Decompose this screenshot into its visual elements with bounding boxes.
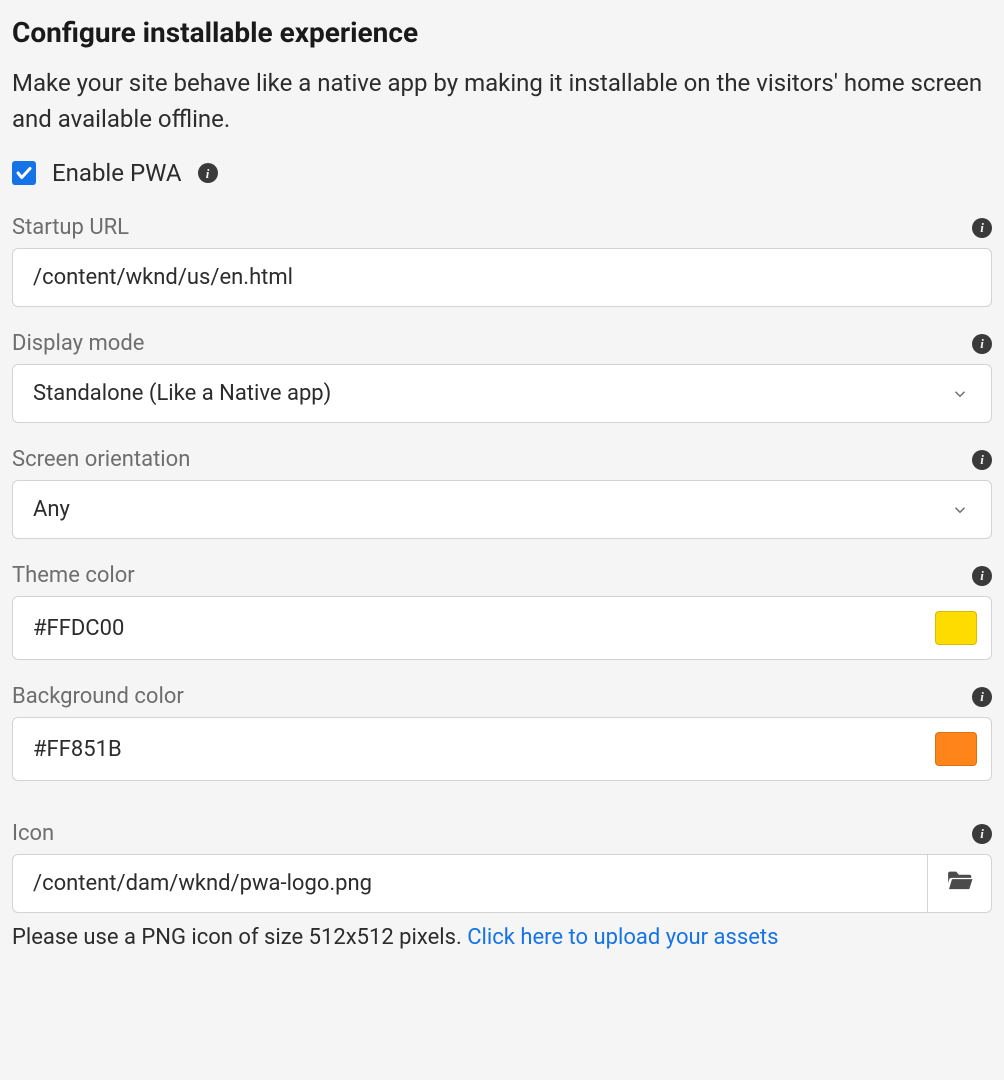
section-description: Make your site behave like a native app … — [12, 65, 992, 137]
startup-url-input[interactable]: /content/wknd/us/en.html — [12, 248, 992, 307]
info-icon[interactable]: i — [972, 450, 992, 470]
info-icon[interactable]: i — [198, 163, 218, 183]
icon-path-value: /content/dam/wknd/pwa-logo.png — [13, 855, 927, 912]
startup-url-value: /content/wknd/us/en.html — [33, 265, 293, 290]
info-icon[interactable]: i — [972, 824, 992, 844]
display-mode-field: Display mode i Standalone (Like a Native… — [12, 331, 992, 423]
upload-assets-link[interactable]: Click here to upload your assets — [467, 925, 778, 950]
startup-url-label: Startup URL — [12, 215, 129, 240]
chevron-down-icon — [949, 499, 971, 521]
enable-pwa-row: Enable PWA i — [12, 159, 992, 187]
enable-pwa-checkbox[interactable] — [12, 161, 36, 185]
icon-field: Icon i /content/dam/wknd/pwa-logo.png Pl… — [12, 821, 992, 950]
info-icon[interactable]: i — [972, 566, 992, 586]
theme-color-field: Theme color i #FFDC00 — [12, 563, 992, 660]
enable-pwa-label: Enable PWA — [52, 159, 182, 187]
info-icon[interactable]: i — [972, 687, 992, 707]
screen-orientation-select[interactable]: Any — [12, 480, 992, 539]
icon-path-input[interactable]: /content/dam/wknd/pwa-logo.png — [12, 854, 992, 913]
background-color-field: Background color i #FF851B — [12, 684, 992, 781]
screen-orientation-field: Screen orientation i Any — [12, 447, 992, 539]
icon-hint: Please use a PNG icon of size 512x512 pi… — [12, 925, 992, 950]
info-icon[interactable]: i — [972, 334, 992, 354]
theme-color-swatch[interactable] — [935, 611, 977, 645]
theme-color-label: Theme color — [12, 563, 135, 588]
screen-orientation-value: Any — [33, 497, 949, 522]
display-mode-value: Standalone (Like a Native app) — [33, 381, 949, 406]
info-icon[interactable]: i — [972, 218, 992, 238]
display-mode-label: Display mode — [12, 331, 144, 356]
section-title: Configure installable experience — [12, 16, 992, 49]
icon-label: Icon — [12, 821, 54, 846]
theme-color-value: #FFDC00 — [33, 616, 935, 641]
startup-url-field: Startup URL i /content/wknd/us/en.html — [12, 215, 992, 307]
background-color-label: Background color — [12, 684, 184, 709]
browse-button[interactable] — [927, 855, 991, 912]
folder-open-icon — [945, 866, 975, 902]
theme-color-input[interactable]: #FFDC00 — [12, 596, 992, 660]
background-color-value: #FF851B — [33, 737, 935, 762]
chevron-down-icon — [949, 383, 971, 405]
background-color-input[interactable]: #FF851B — [12, 717, 992, 781]
screen-orientation-label: Screen orientation — [12, 447, 190, 472]
display-mode-select[interactable]: Standalone (Like a Native app) — [12, 364, 992, 423]
background-color-swatch[interactable] — [935, 732, 977, 766]
icon-hint-text: Please use a PNG icon of size 512x512 pi… — [12, 925, 467, 950]
